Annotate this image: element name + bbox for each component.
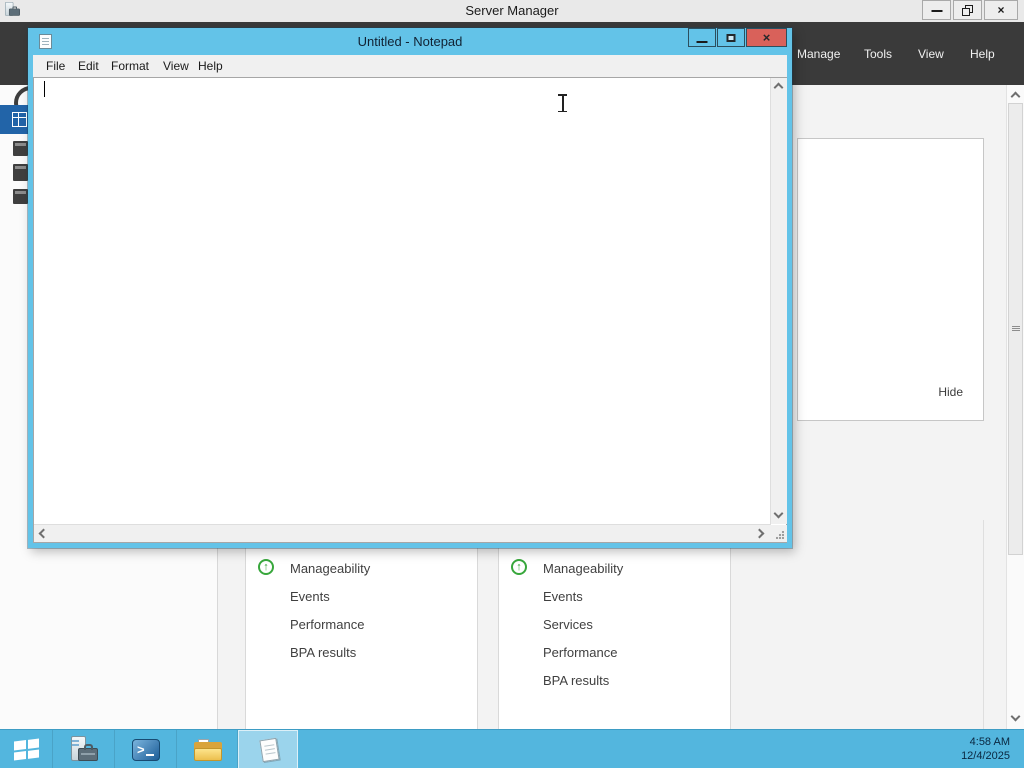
taskbar: >: [0, 729, 1024, 768]
dashboard-icon: [12, 112, 27, 127]
sm-menu-manage[interactable]: Manage: [797, 47, 840, 61]
resize-grip-icon: [776, 531, 784, 539]
server-manager-icon: [69, 736, 99, 764]
windows-logo-icon: [14, 738, 39, 761]
taskbar-server-manager-button[interactable]: [53, 730, 115, 768]
sm-scrollbar-thumb[interactable]: [1008, 103, 1023, 555]
tile-row-bpa-results[interactable]: BPA results: [543, 671, 609, 691]
tile-row-events[interactable]: Events: [290, 587, 330, 607]
file-explorer-icon: [194, 739, 222, 762]
scroll-up-icon[interactable]: [1010, 91, 1021, 102]
welcome-tile-panel: Hide: [797, 138, 984, 421]
tile-row-performance[interactable]: Performance: [543, 643, 617, 663]
manageability-status-icon: ↑: [511, 559, 527, 575]
server-manager-titlebar[interactable]: Server Manager ×: [0, 0, 1024, 22]
minimize-icon: [696, 41, 708, 43]
tile-column-divider: [983, 520, 984, 729]
scrollbar-grip-icon: [1011, 326, 1020, 332]
sidebar-item-file-storage[interactable]: [13, 189, 28, 204]
mouse-cursor-ibeam-icon: [556, 94, 569, 112]
tile-row-performance[interactable]: Performance: [290, 615, 364, 635]
manageability-status-icon: ↑: [258, 559, 274, 575]
tile-row-events[interactable]: Events: [543, 587, 583, 607]
sm-restore-button[interactable]: [953, 0, 982, 20]
sm-menu-help[interactable]: Help: [970, 47, 995, 61]
tile-row-manageability[interactable]: Manageability: [290, 559, 370, 579]
notepad-menu-format[interactable]: Format: [111, 59, 149, 73]
notepad-menubar: File Edit Format View Help: [33, 55, 787, 77]
server-manager-window-title: Server Manager: [465, 3, 559, 18]
clock-time: 4:58 AM: [969, 736, 1010, 748]
notepad-window-title: Untitled - Notepad: [357, 34, 463, 49]
notepad-text-area[interactable]: [33, 77, 787, 543]
dashboard-tile-local-server: ↑ Manageability Events Performance BPA r…: [245, 520, 478, 730]
taskbar-clock[interactable]: 4:58 AM 12/4/2025: [961, 735, 1010, 763]
notepad-minimize-button[interactable]: [688, 28, 716, 47]
taskbar-notepad-button-active[interactable]: [238, 730, 298, 768]
sm-minimize-button[interactable]: [922, 0, 951, 20]
dashboard-tile-all-servers: ↑ Manageability Events Services Performa…: [498, 520, 731, 730]
notepad-menu-file[interactable]: File: [46, 59, 65, 73]
resize-grip[interactable]: [771, 525, 787, 542]
scroll-up-icon[interactable]: [773, 82, 784, 93]
notepad-menu-view[interactable]: View: [163, 59, 189, 73]
maximize-icon: [726, 34, 736, 42]
scroll-down-icon[interactable]: [1010, 711, 1021, 722]
notepad-menu-edit[interactable]: Edit: [78, 59, 99, 73]
taskbar-file-explorer-button[interactable]: [177, 730, 238, 768]
desktop-screen: Server Manager × Manage Tools View Help …: [0, 0, 1024, 768]
notepad-window: Untitled - Notepad × File Edit Format Vi…: [28, 28, 792, 548]
sidebar-item-all-servers[interactable]: [13, 164, 28, 181]
hide-link[interactable]: Hide: [938, 385, 963, 399]
sm-menu-view[interactable]: View: [918, 47, 944, 61]
clock-date: 12/4/2025: [961, 750, 1010, 762]
tile-row-manageability[interactable]: Manageability: [543, 559, 623, 579]
notepad-close-button[interactable]: ×: [746, 28, 787, 47]
text-caret: [44, 81, 45, 97]
powershell-icon: >: [132, 739, 160, 761]
start-button[interactable]: [0, 730, 53, 768]
scroll-down-icon[interactable]: [773, 508, 784, 519]
notepad-titlebar[interactable]: Untitled - Notepad ×: [28, 28, 792, 55]
notepad-icon: [257, 737, 283, 764]
scroll-left-icon[interactable]: [38, 528, 49, 539]
scroll-right-icon[interactable]: [754, 528, 765, 539]
notepad-menu-help[interactable]: Help: [198, 59, 223, 73]
tile-row-services[interactable]: Services: [543, 615, 593, 635]
taskbar-powershell-button[interactable]: >: [115, 730, 177, 768]
tile-row-bpa-results[interactable]: BPA results: [290, 643, 356, 663]
sidebar-item-local-server[interactable]: [13, 141, 28, 156]
minimize-icon: [931, 10, 942, 12]
sm-close-button[interactable]: ×: [984, 0, 1018, 20]
notepad-horizontal-scrollbar[interactable]: [34, 524, 771, 542]
notepad-vertical-scrollbar[interactable]: [770, 78, 787, 524]
notepad-maximize-button[interactable]: [717, 28, 745, 47]
sm-vertical-scrollbar[interactable]: [1006, 85, 1024, 729]
sm-menu-tools[interactable]: Tools: [864, 47, 892, 61]
